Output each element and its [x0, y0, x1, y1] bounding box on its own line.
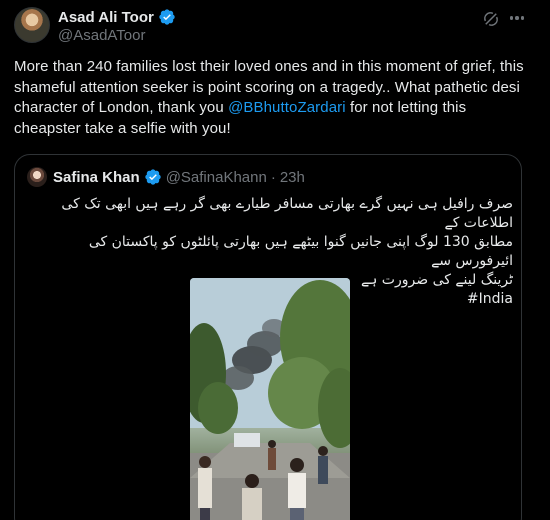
more-options-icon[interactable]: [507, 8, 527, 28]
verified-badge-icon: [145, 169, 161, 185]
video-thumbnail[interactable]: [190, 278, 350, 520]
author-name-row: Asad Ali Toor: [58, 8, 176, 26]
grok-icon[interactable]: [482, 10, 500, 28]
quote-timestamp[interactable]: 23h: [280, 169, 305, 186]
quote-author-avatar[interactable]: [27, 167, 47, 187]
quote-author-name[interactable]: Safina Khan: [53, 169, 140, 186]
author-handle[interactable]: @AsadAToor: [58, 27, 146, 44]
author-name[interactable]: Asad Ali Toor: [58, 9, 154, 26]
quote-author-handle[interactable]: @SafinaKhann: [166, 169, 267, 186]
meta-separator: ·: [270, 168, 276, 186]
quoted-post[interactable]: Safina Khan @SafinaKhann · 23h صرف رافیل…: [14, 154, 522, 520]
post: Asad Ali Toor @AsadAToor More than 240 f…: [0, 0, 550, 520]
video-frame: [190, 278, 350, 520]
author-avatar[interactable]: [14, 7, 50, 43]
post-text: More than 240 families lost their loved …: [14, 57, 524, 139]
quote-header: Safina Khan @SafinaKhann · 23h: [53, 168, 305, 186]
quote-text-line: صرف رافیل ہی نہیں گرے بھارتی مسافر طیارے…: [61, 196, 513, 231]
mention-link[interactable]: @BBhuttoZardari: [228, 99, 346, 116]
quote-text-line: مطابق 130 لوگ اپنی جانیں گنوا بیٹھے ہیں …: [88, 234, 513, 269]
verified-badge-icon: [159, 9, 175, 25]
